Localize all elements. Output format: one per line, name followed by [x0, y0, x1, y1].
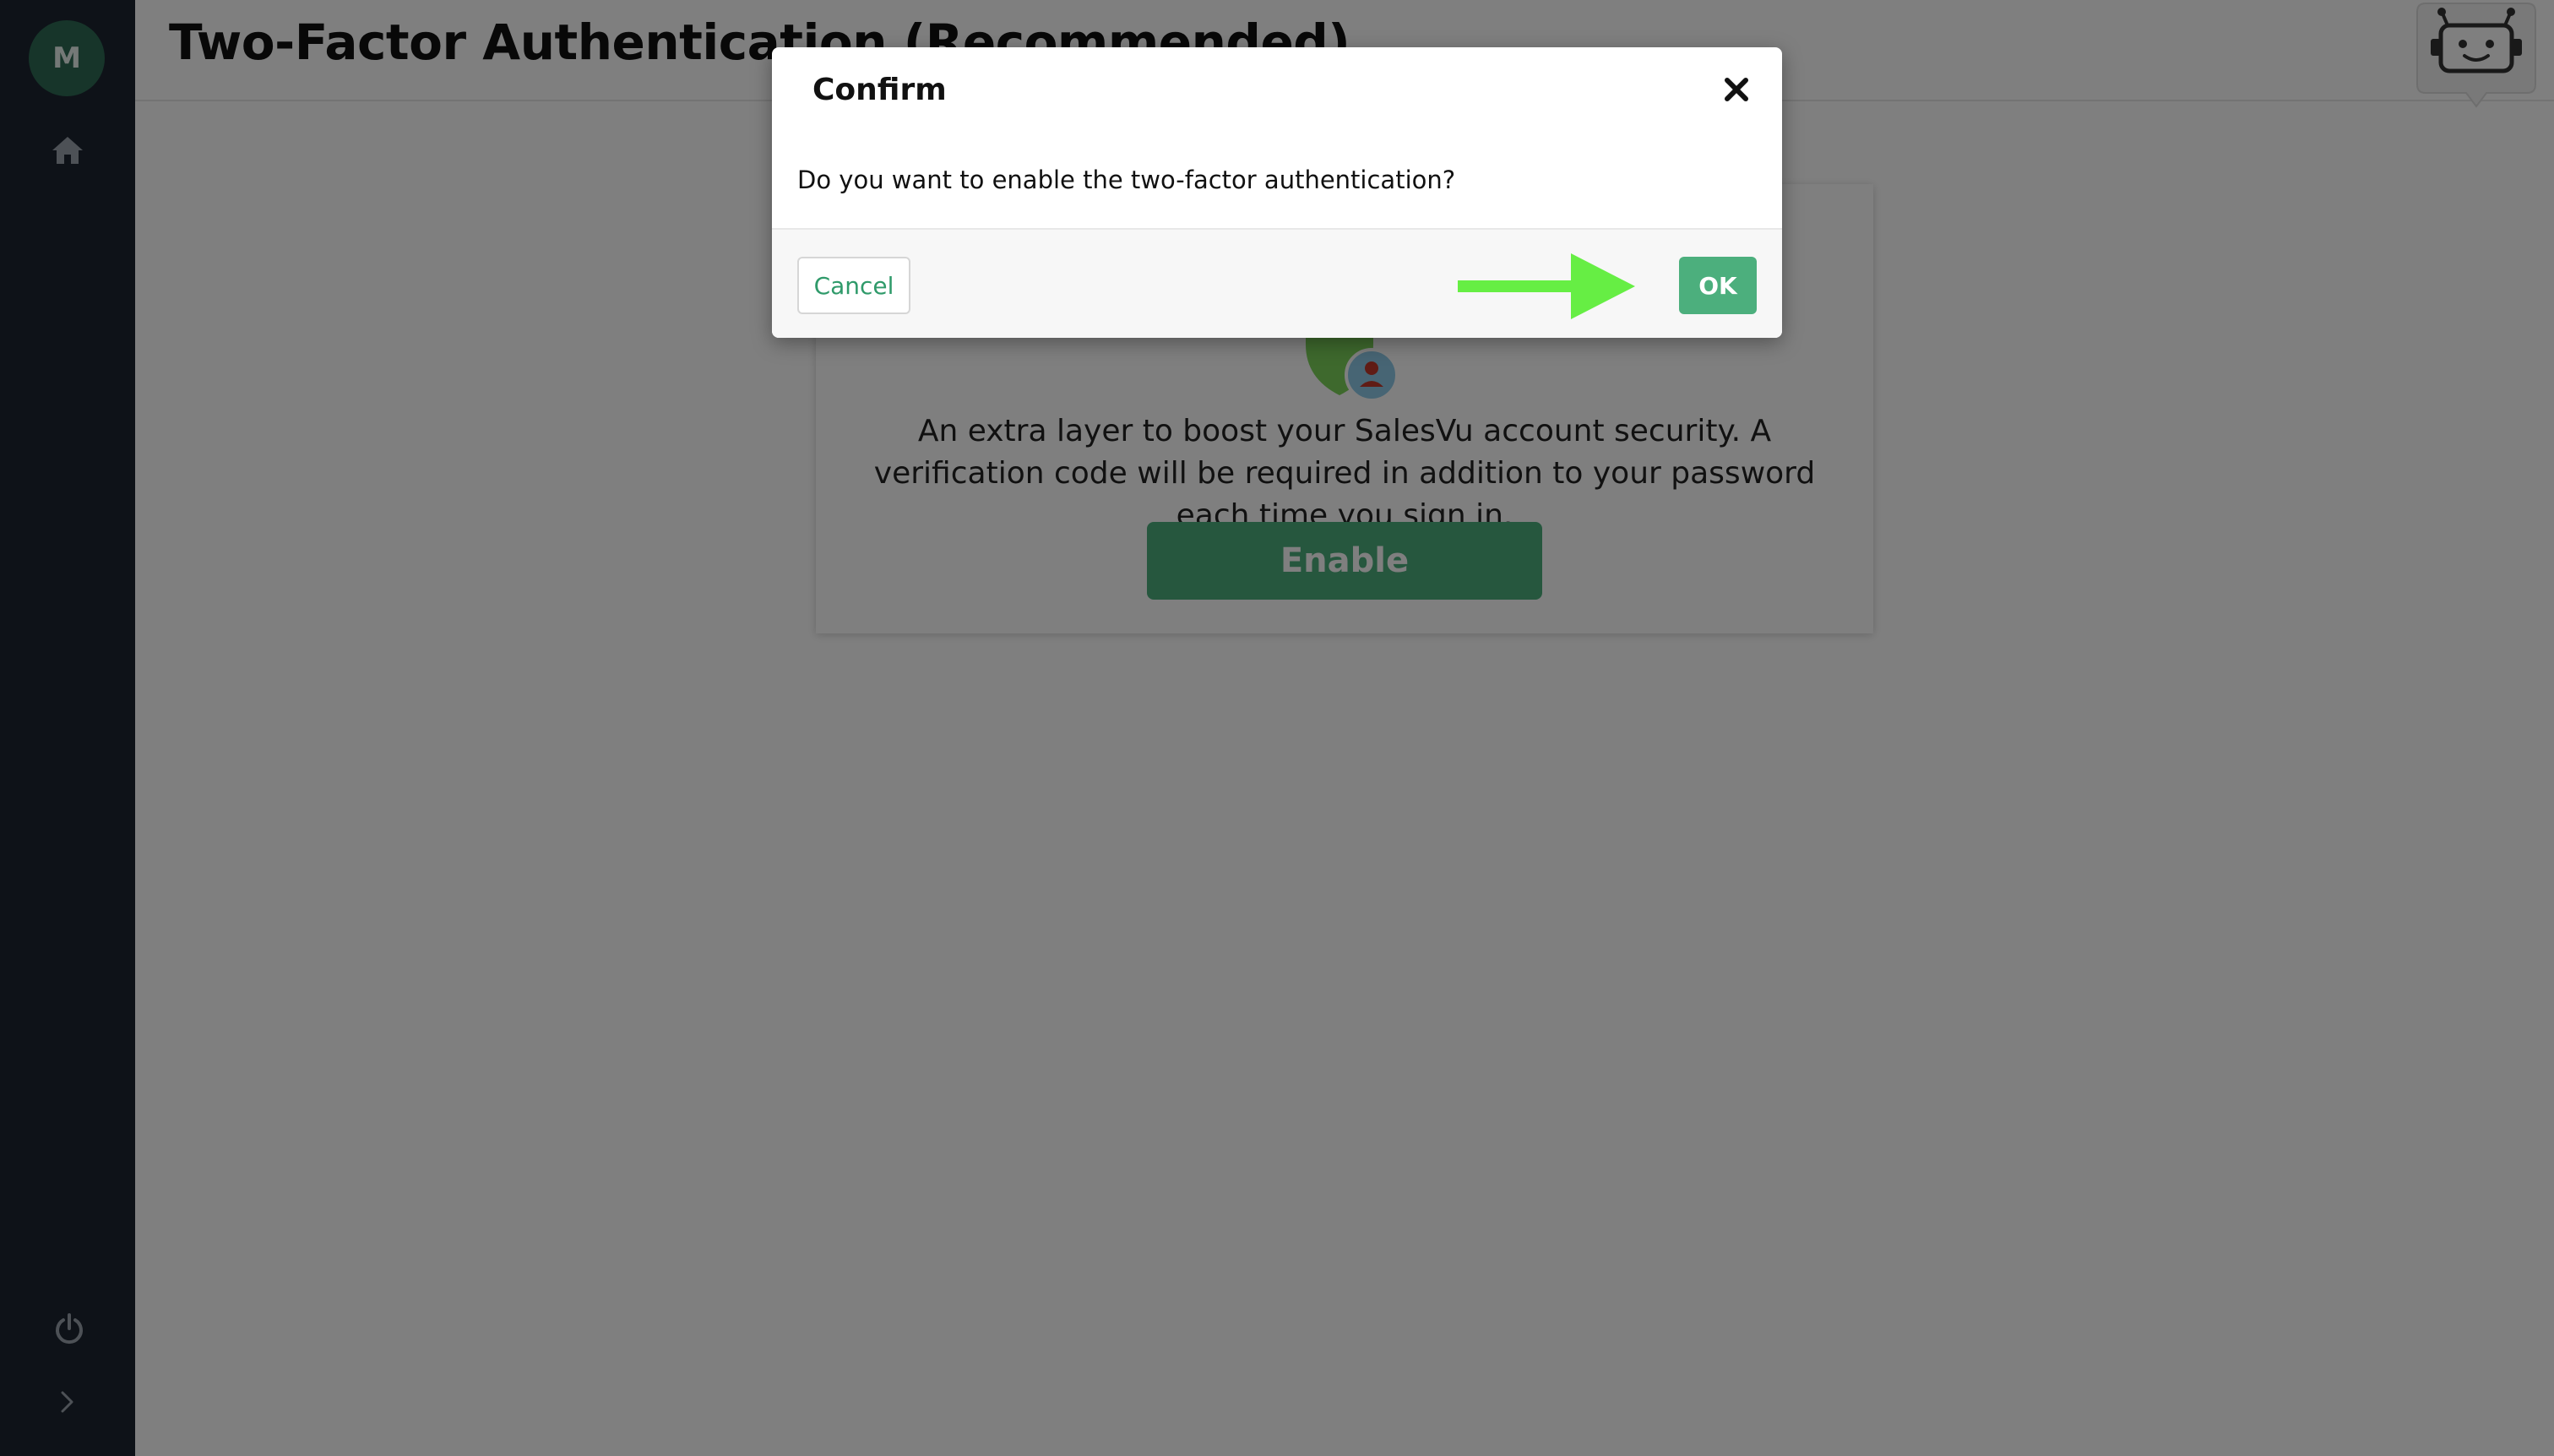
- dialog-footer: Cancel OK: [772, 228, 1782, 338]
- confirm-dialog: Confirm Do you want to enable the two-fa…: [772, 47, 1782, 338]
- ok-button[interactable]: OK: [1679, 257, 1757, 314]
- arrow-right-icon: [1458, 250, 1638, 323]
- dialog-message: Do you want to enable the two-factor aut…: [797, 166, 1456, 194]
- close-icon[interactable]: [1716, 69, 1757, 110]
- dialog-title: Confirm: [812, 73, 947, 107]
- cancel-button[interactable]: Cancel: [797, 257, 910, 314]
